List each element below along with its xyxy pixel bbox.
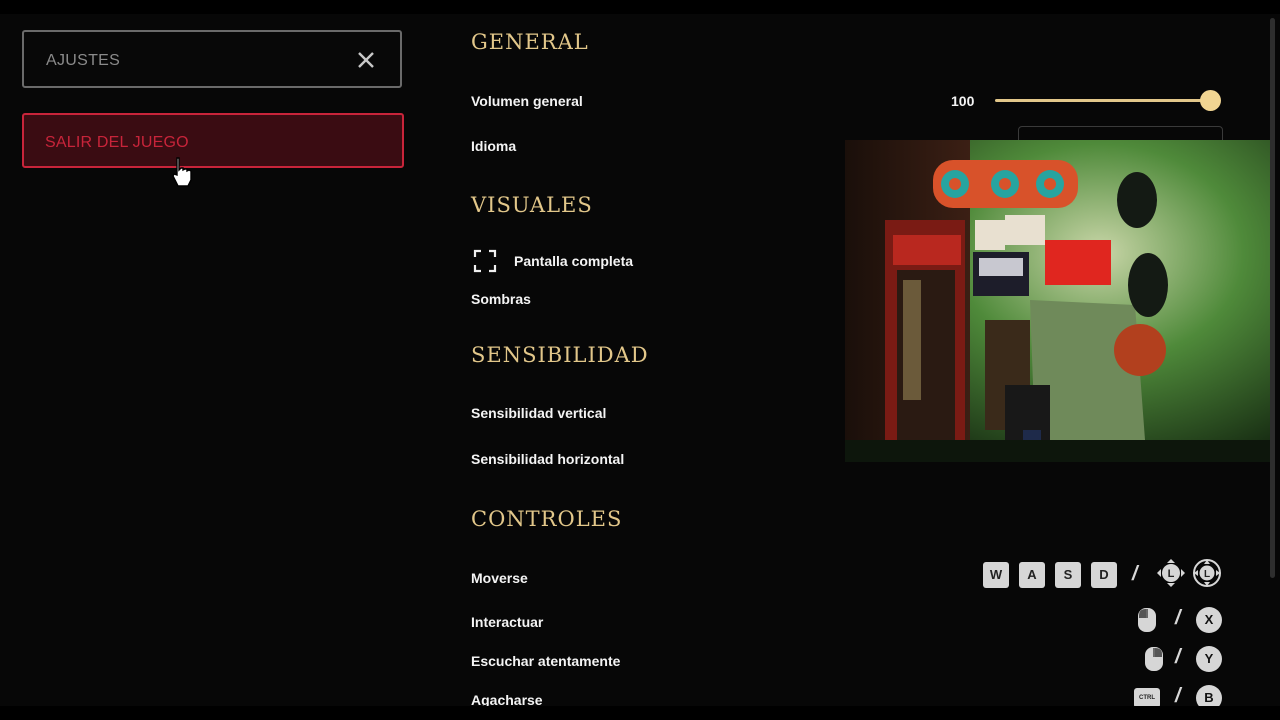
interact-separator: / (1175, 607, 1181, 629)
interact-label: Interactuar (471, 614, 544, 630)
settings-scrollbar[interactable] (1270, 18, 1275, 578)
key-a[interactable]: A (1019, 562, 1045, 588)
fullscreen-icon[interactable] (473, 249, 497, 273)
section-title-sensitivity: SENSIBILIDAD (471, 343, 649, 367)
horizontal-sensitivity-label: Sensibilidad horizontal (471, 451, 625, 467)
language-label: Idioma (471, 138, 517, 154)
fullscreen-label: Pantalla completa (514, 253, 634, 269)
move-label: Moverse (471, 570, 528, 586)
left-stick-icon[interactable]: L (1156, 558, 1186, 588)
key-w[interactable]: W (983, 562, 1009, 588)
left-stick-glyph: L (1168, 568, 1175, 580)
top-bar (0, 0, 1280, 14)
shadows-label: Sombras (471, 291, 531, 307)
volume-value: 100 (951, 93, 975, 109)
bar-interior-photo (845, 140, 1270, 462)
key-d[interactable]: D (1091, 562, 1117, 588)
button-x[interactable]: X (1196, 607, 1222, 633)
left-stick-alt-icon[interactable]: L (1192, 558, 1222, 588)
bottom-bar (0, 706, 1280, 720)
exit-game-label: SALIR DEL JUEGO (45, 134, 189, 151)
close-icon[interactable] (356, 50, 376, 70)
listen-label: Escuchar atentamente (471, 653, 621, 669)
listen-separator: / (1175, 646, 1181, 668)
button-y[interactable]: Y (1196, 646, 1222, 672)
section-title-general: GENERAL (471, 30, 589, 54)
key-ctrl[interactable]: CTRL (1134, 688, 1160, 708)
settings-label: AJUSTES (46, 52, 121, 69)
key-s[interactable]: S (1055, 562, 1081, 588)
mouse-right-click-icon[interactable] (1143, 646, 1165, 672)
volume-slider-thumb[interactable] (1200, 90, 1221, 111)
hand-cursor-icon (172, 157, 192, 187)
vertical-sensitivity-label: Sensibilidad vertical (471, 405, 607, 421)
settings-search-box[interactable]: AJUSTES (22, 30, 402, 88)
crouch-separator: / (1175, 685, 1181, 707)
exit-game-button[interactable]: SALIR DEL JUEGO (22, 113, 404, 168)
move-separator: / (1132, 563, 1138, 585)
mouse-left-click-icon[interactable] (1136, 607, 1158, 633)
left-stick-alt-glyph: L (1204, 569, 1210, 580)
volume-label: Volumen general (471, 93, 583, 109)
volume-slider-track[interactable] (995, 99, 1215, 102)
section-title-controls: CONTROLES (471, 507, 623, 531)
section-title-visuals: VISUALES (471, 193, 593, 217)
